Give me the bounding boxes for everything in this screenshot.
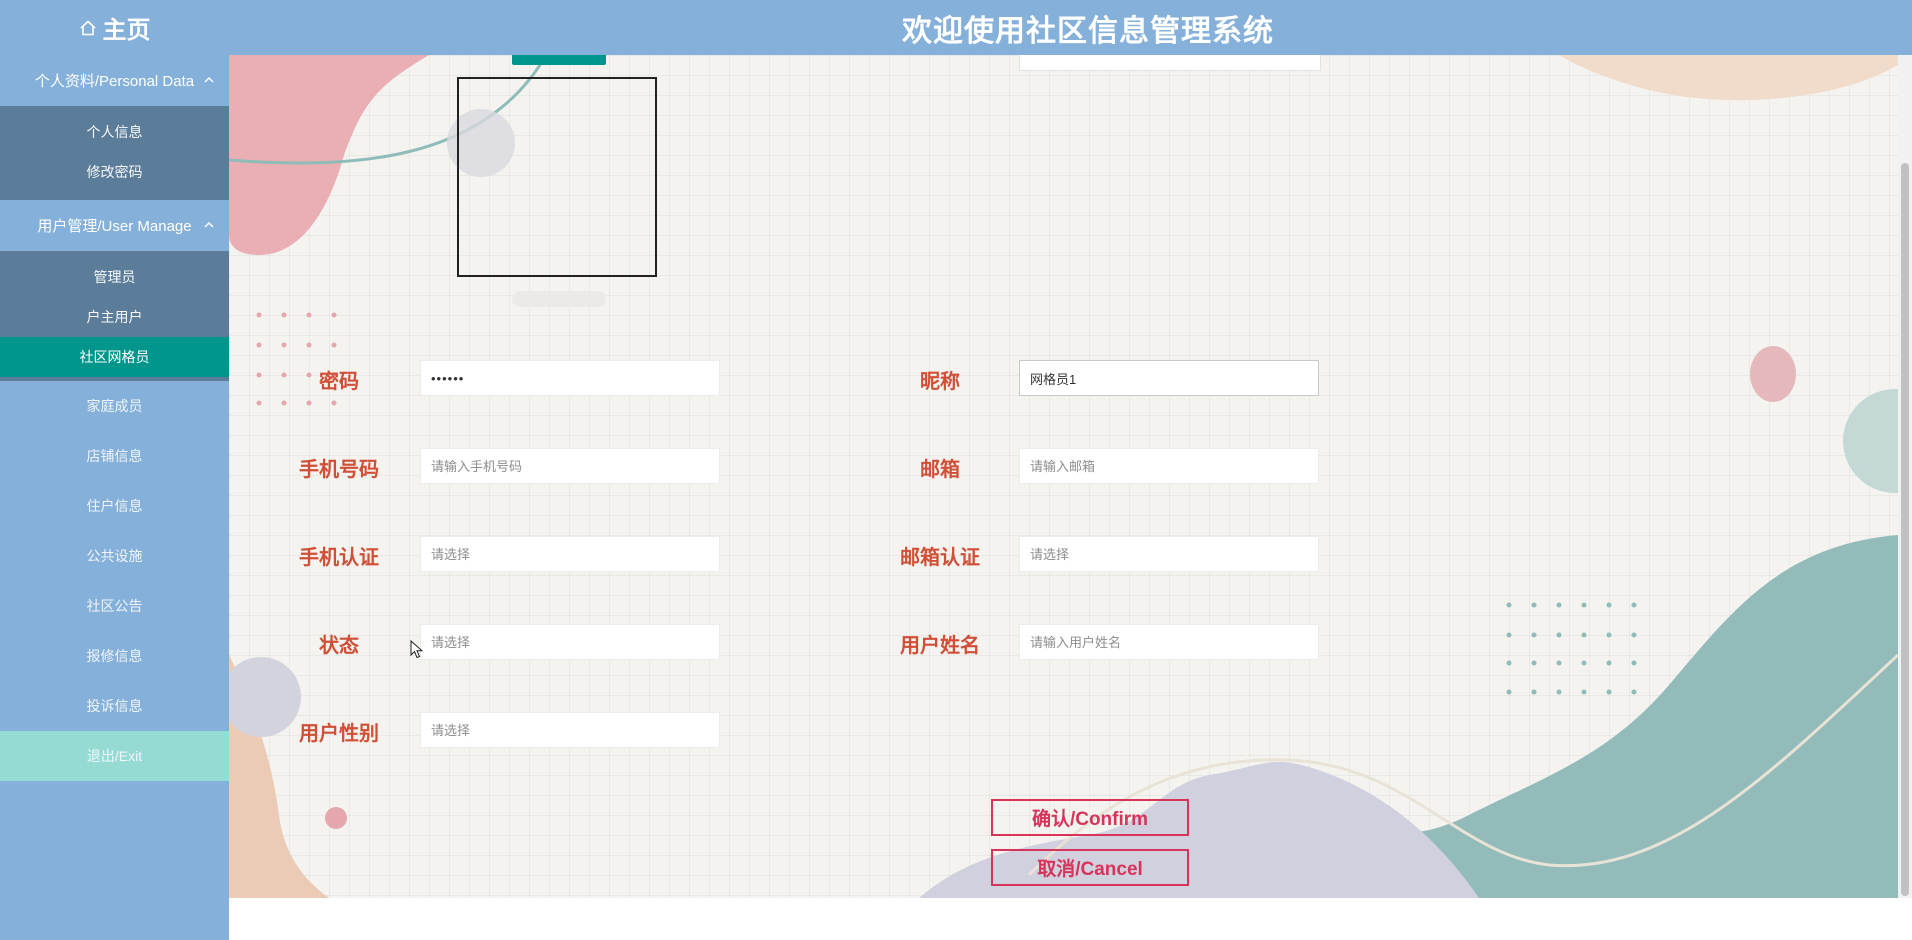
sidebar-item-household-user[interactable]: 户主用户 bbox=[0, 297, 229, 337]
page-title: 欢迎使用社区信息管理系统 bbox=[902, 14, 1274, 48]
phone-label: 手机号码 bbox=[299, 459, 379, 481]
password-label: 密码 bbox=[319, 371, 359, 393]
sidebar-item-community-notice[interactable]: 社区公告 bbox=[0, 581, 229, 631]
home-label: 主页 bbox=[102, 17, 151, 44]
mouse-pointer-icon bbox=[410, 640, 424, 659]
sidebar-item-personal-info[interactable]: 个人信息 bbox=[0, 112, 229, 152]
phone-verify-select[interactable] bbox=[420, 536, 720, 572]
avatar-preview bbox=[457, 77, 657, 277]
email-label: 邮箱 bbox=[920, 459, 960, 481]
sidebar-item-exit[interactable]: 退出/Exit bbox=[0, 731, 229, 781]
sidebar-submenu-users: 管理员 户主用户 社区网格员 bbox=[0, 251, 229, 381]
email-verify-label: 邮箱认证 bbox=[900, 547, 980, 569]
sidebar-item-resident-info[interactable]: 住户信息 bbox=[0, 481, 229, 531]
footer-blank bbox=[229, 898, 1912, 940]
cancel-button[interactable]: 取消/Cancel bbox=[991, 849, 1189, 886]
upload-avatar-button[interactable] bbox=[512, 55, 606, 65]
nickname-field[interactable] bbox=[1019, 360, 1319, 396]
sidebar-item-complaint-info[interactable]: 投诉信息 bbox=[0, 681, 229, 731]
home-icon bbox=[79, 19, 97, 37]
sidebar-item-grid-staff[interactable]: 社区网格员 bbox=[0, 337, 229, 377]
vertical-scrollbar[interactable] bbox=[1898, 55, 1912, 898]
main-content: 密码 昵称 手机号码 邮箱 手机认证 邮箱认证 状态 用户姓名 用户性别 确认/… bbox=[229, 55, 1898, 898]
confirm-button[interactable]: 确认/Confirm bbox=[991, 799, 1189, 836]
sidebar-item-shop-info[interactable]: 店铺信息 bbox=[0, 431, 229, 481]
sidebar-group-label: 个人资料/Personal Data bbox=[34, 73, 195, 90]
chevron-up-icon bbox=[203, 73, 215, 90]
sidebar-item-family-members[interactable]: 家庭成员 bbox=[0, 381, 229, 431]
phone-verify-label: 手机认证 bbox=[299, 547, 379, 569]
sidebar: 个人资料/Personal Data 个人信息 修改密码 用户管理/User M… bbox=[0, 55, 229, 940]
password-field[interactable] bbox=[420, 360, 720, 396]
gender-select[interactable] bbox=[420, 712, 720, 748]
gender-label: 用户性别 bbox=[299, 723, 379, 745]
home-link[interactable]: 主页 bbox=[0, 0, 229, 55]
sidebar-group-label: 用户管理/User Manage bbox=[37, 218, 192, 235]
real-name-field[interactable] bbox=[1019, 624, 1319, 660]
real-name-label: 用户姓名 bbox=[900, 635, 980, 657]
top-header: 主页 欢迎使用社区信息管理系统 bbox=[0, 0, 1912, 55]
sidebar-group-personal-data[interactable]: 个人资料/Personal Data bbox=[0, 55, 229, 106]
sidebar-submenu-personal: 个人信息 修改密码 bbox=[0, 106, 229, 200]
chevron-up-icon bbox=[203, 218, 215, 235]
sidebar-item-admin[interactable]: 管理员 bbox=[0, 257, 229, 297]
phone-field[interactable] bbox=[420, 448, 720, 484]
sidebar-group-user-manage[interactable]: 用户管理/User Manage bbox=[0, 200, 229, 251]
sidebar-item-change-password[interactable]: 修改密码 bbox=[0, 152, 229, 192]
avatar-caption bbox=[512, 291, 606, 307]
scrollbar-thumb[interactable] bbox=[1901, 163, 1909, 896]
sidebar-item-public-facilities[interactable]: 公共设施 bbox=[0, 531, 229, 581]
nickname-label: 昵称 bbox=[920, 371, 960, 393]
sidebar-item-repair-info[interactable]: 报修信息 bbox=[0, 631, 229, 681]
email-field[interactable] bbox=[1019, 448, 1319, 484]
scrolled-input-field[interactable] bbox=[1019, 55, 1321, 71]
status-select[interactable] bbox=[420, 624, 720, 660]
status-label: 状态 bbox=[319, 635, 359, 657]
email-verify-select[interactable] bbox=[1019, 536, 1319, 572]
